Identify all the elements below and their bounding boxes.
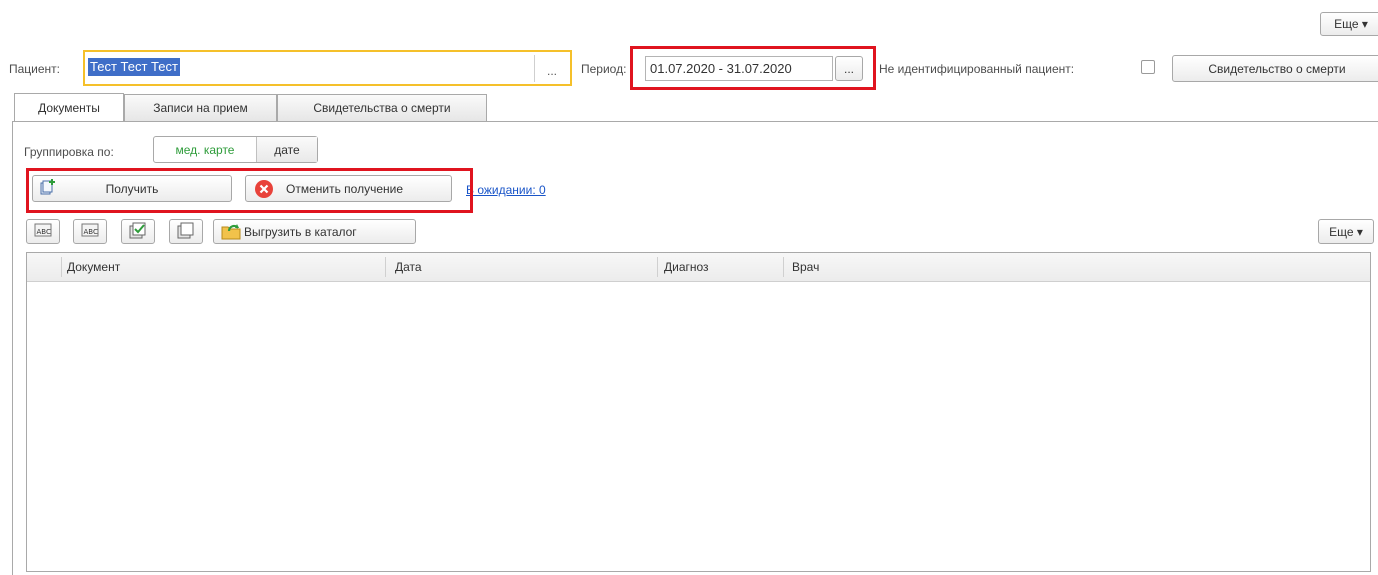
column-separator — [385, 257, 386, 277]
sort-desc-button[interactable]: ABC — [73, 219, 107, 244]
patient-field-divider — [534, 55, 535, 82]
pending-link[interactable]: В ожидании: 0 — [466, 183, 546, 197]
svg-text:ABC: ABC — [37, 228, 51, 236]
period-input[interactable]: 01.07.2020 - 31.07.2020 — [645, 56, 833, 81]
column-header-doctor[interactable]: Врач — [792, 253, 819, 281]
sort-asc-button[interactable]: ABC — [26, 219, 60, 244]
period-choose-label: ... — [843, 61, 854, 76]
table-more-label: Еще ▾ — [1329, 224, 1363, 239]
death-certificate-button[interactable]: Свидетельство о смерти — [1172, 55, 1378, 82]
grouping-option-med-card[interactable]: мед. карте — [154, 137, 257, 162]
check-all-icon — [129, 221, 147, 242]
unidentified-checkbox[interactable] — [1141, 60, 1155, 74]
document-form: Еще ▾ Пациент: Тест Тест Тест ... Период… — [0, 0, 1378, 575]
tab-documents-label: Документы — [38, 101, 100, 115]
cancel-icon — [254, 179, 274, 202]
column-header-date[interactable]: Дата — [395, 253, 422, 281]
sort-desc-icon: ABC — [81, 222, 99, 241]
export-to-folder-button[interactable]: Выгрузить в каталог — [213, 219, 416, 244]
period-choose-button[interactable]: ... — [835, 56, 863, 81]
cancel-get-label: Отменить получение — [286, 181, 404, 196]
top-more-button[interactable]: Еще ▾ — [1320, 12, 1378, 36]
patient-field[interactable]: Тест Тест Тест ... — [84, 52, 570, 85]
folder-export-icon — [221, 222, 241, 243]
table-body — [27, 282, 1370, 571]
period-label: Период: — [581, 62, 627, 76]
death-certificate-label: Свидетельство о смерти — [1208, 61, 1346, 76]
grouping-label: Группировка по: — [24, 145, 114, 159]
tab-death-certificates[interactable]: Свидетельства о смерти — [277, 94, 487, 121]
column-separator — [61, 257, 62, 277]
sort-asc-icon: ABC — [34, 222, 52, 241]
tab-appointments[interactable]: Записи на прием — [124, 94, 277, 121]
uncheck-all-button[interactable] — [169, 219, 203, 244]
get-icon — [39, 178, 57, 199]
patient-choose-button[interactable]: ... — [536, 60, 568, 82]
svg-text:ABC: ABC — [84, 228, 98, 236]
cancel-get-button[interactable]: Отменить получение — [245, 175, 452, 202]
uncheck-all-icon — [177, 221, 195, 242]
get-button[interactable]: Получить — [32, 175, 232, 202]
documents-table[interactable]: Документ Дата Диагноз Врач — [26, 252, 1371, 572]
grouping-switch: мед. карте дате — [153, 136, 318, 163]
table-more-button[interactable]: Еще ▾ — [1318, 219, 1374, 244]
column-separator — [783, 257, 784, 277]
grouping-option-date[interactable]: дате — [257, 137, 317, 162]
tab-appointments-label: Записи на прием — [153, 101, 248, 115]
export-to-folder-label: Выгрузить в каталог — [244, 224, 357, 239]
unidentified-label: Не идентифицированный пациент: — [879, 62, 1075, 76]
table-header: Документ Дата Диагноз Врач — [27, 253, 1370, 282]
tab-death-certificates-label: Свидетельства о смерти — [313, 101, 451, 115]
column-header-diagnosis[interactable]: Диагноз — [664, 253, 709, 281]
patient-field-value: Тест Тест Тест — [88, 58, 180, 76]
top-more-label: Еще ▾ — [1334, 17, 1368, 31]
column-header-document[interactable]: Документ — [67, 253, 120, 281]
tab-documents[interactable]: Документы — [14, 93, 124, 122]
check-all-button[interactable] — [121, 219, 155, 244]
column-separator — [657, 257, 658, 277]
get-label: Получить — [105, 181, 159, 196]
patient-label: Пациент: — [9, 62, 61, 76]
